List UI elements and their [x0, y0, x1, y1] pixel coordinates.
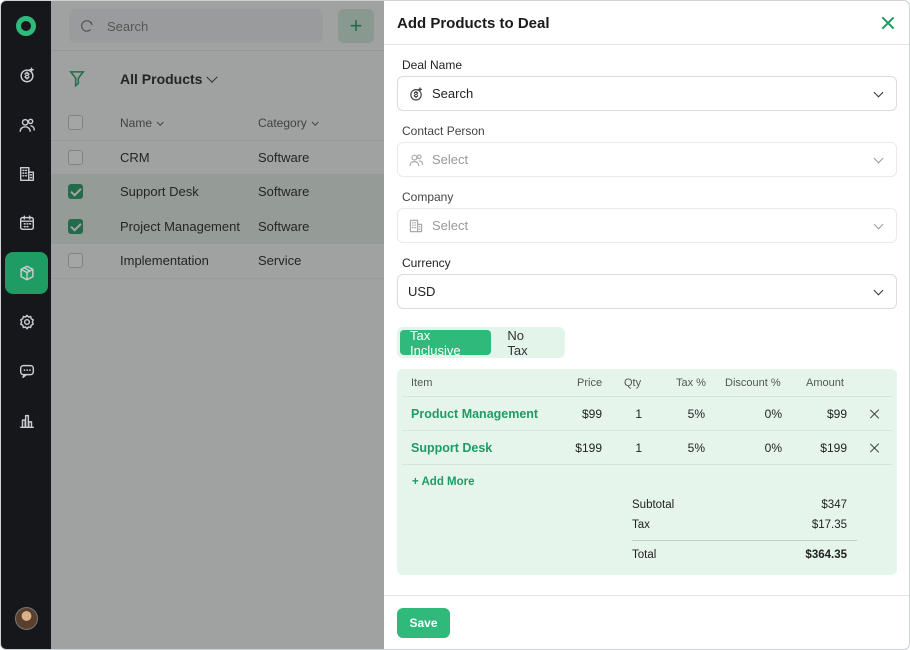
line-item-price: $199 [575, 440, 602, 455]
user-avatar[interactable] [15, 607, 38, 630]
line-item-name[interactable]: Support Desk [411, 441, 492, 455]
calendar-icon [19, 215, 34, 231]
panel-title: Add Products to Deal [397, 15, 550, 32]
total-row: Total $364.35 [632, 549, 847, 561]
sidebar-item-products[interactable] [5, 252, 48, 294]
deals-icon [19, 67, 34, 83]
line-item-amount: $99 [826, 406, 847, 421]
contact-person-placeholder: Select [432, 152, 469, 167]
line-item-row: Support Desk $199 1 5% 0% $199 [402, 431, 892, 465]
tax-toggle: Tax Inclusive No Tax [397, 327, 565, 358]
column-header-item: Item [411, 376, 433, 389]
chat-icon [19, 364, 34, 379]
company-icon [19, 166, 34, 182]
contacts-icon [408, 152, 424, 168]
tax-row: Tax $17.35 [632, 519, 847, 531]
subtotal-row: Subtotal $347 [632, 499, 847, 511]
sidebar-item-contacts[interactable] [5, 104, 48, 146]
close-icon[interactable] [880, 15, 896, 31]
line-item-qty[interactable]: 1 [635, 441, 642, 455]
total-divider [632, 540, 857, 541]
sidebar [1, 1, 51, 649]
total-label: Total [632, 549, 657, 561]
remove-item-icon[interactable] [869, 443, 879, 453]
company-label: Company [402, 190, 454, 204]
sidebar-item-messages[interactable] [5, 350, 48, 392]
sidebar-item-settings[interactable] [5, 301, 48, 343]
tax-label: Tax [632, 519, 650, 531]
line-item-discount: 0% [764, 440, 782, 455]
column-header-discount: Discount % [725, 376, 781, 389]
app-logo[interactable] [16, 16, 36, 36]
line-item-amount: $199 [820, 440, 847, 455]
line-items-header: Item Price Qty Tax % Discount % Amount [402, 369, 892, 397]
column-header-qty: Qty [624, 376, 642, 389]
panel-footer-divider [384, 595, 909, 596]
column-header-tax: Tax % [676, 376, 706, 389]
line-item-name[interactable]: Product Management [411, 407, 538, 421]
add-more-link[interactable]: + Add More [412, 476, 475, 488]
line-item-price: $99 [581, 406, 602, 421]
chevron-down-icon [873, 219, 884, 230]
line-items-panel: Item Price Qty Tax % Discount % Amount P… [397, 369, 897, 575]
remove-item-icon[interactable] [869, 409, 879, 419]
contacts-icon [19, 118, 35, 133]
company-select[interactable]: Select [397, 208, 897, 243]
total-value: $364.35 [805, 549, 847, 561]
contact-person-label: Contact Person [402, 124, 485, 138]
no-tax-option[interactable]: No Tax [497, 328, 556, 358]
currency-select[interactable]: USD [397, 274, 897, 309]
line-item-tax: 5% [687, 440, 705, 455]
products-icon [19, 265, 34, 281]
sidebar-item-reports[interactable] [5, 400, 48, 442]
subtotal-label: Subtotal [632, 499, 675, 511]
add-products-panel: Add Products to Deal Deal Name Search Co… [384, 1, 909, 649]
chevron-down-icon [873, 153, 884, 164]
line-item-discount: 0% [764, 406, 782, 421]
subtotal-value: $347 [821, 499, 847, 511]
sidebar-item-companies[interactable] [5, 153, 48, 195]
deal-name-select[interactable]: Search [397, 76, 897, 111]
company-placeholder: Select [432, 218, 469, 233]
tax-inclusive-option[interactable]: Tax Inclusive [400, 328, 492, 358]
line-item-row: Product Management $99 1 5% 0% $99 [402, 397, 892, 431]
tax-value: $17.35 [811, 519, 847, 531]
reports-icon [19, 414, 34, 429]
sidebar-item-deals[interactable] [5, 54, 48, 96]
contact-person-select[interactable]: Select [397, 142, 897, 177]
deal-name-placeholder: Search [432, 86, 474, 101]
deals-icon [408, 86, 424, 102]
save-button[interactable]: Save [397, 608, 450, 638]
company-icon [408, 218, 424, 234]
panel-header: Add Products to Deal [384, 1, 909, 45]
sidebar-item-calendar[interactable] [5, 202, 48, 244]
settings-icon [19, 314, 34, 330]
column-header-price: Price [577, 376, 603, 389]
line-item-tax: 5% [687, 406, 705, 421]
app-window: Search + All Products Name Category CRM … [0, 0, 910, 650]
currency-label: Currency [402, 256, 451, 270]
deal-name-label: Deal Name [402, 58, 463, 72]
column-header-amount: Amount [806, 376, 844, 389]
chevron-down-icon [873, 285, 884, 296]
line-item-qty[interactable]: 1 [635, 407, 642, 421]
chevron-down-icon [873, 87, 884, 98]
currency-value: USD [408, 284, 436, 299]
